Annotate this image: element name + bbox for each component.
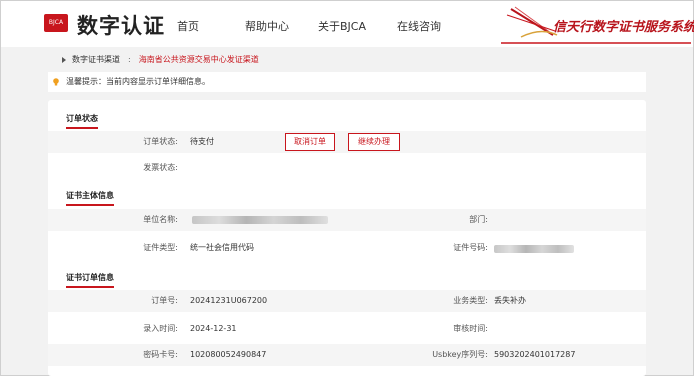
nav-about-bjca[interactable]: 关于BJCA — [318, 18, 366, 34]
row-order-no: 订单号: 20241231U067200 业务类型: 丢失补办 — [48, 290, 646, 312]
nav-online-consult[interactable]: 在线咨询 — [397, 18, 441, 34]
row-unit: 单位名称: 部门: — [48, 209, 646, 231]
order-no-value: 20241231U067200 — [190, 296, 268, 305]
review-time-label: 审核时间: — [453, 324, 488, 333]
nav-help-center[interactable]: 帮助中心 — [245, 18, 289, 34]
row-entry-time: 录入时间: 2024-12-31 审核时间: — [48, 318, 646, 340]
tip-text: 温馨提示：当前内容显示订单详细信息。 — [66, 77, 210, 86]
section-order-status-title: 订单状态 — [66, 113, 98, 129]
tip-bar: 温馨提示：当前内容显示订单详细信息。 — [48, 72, 646, 92]
usbkey-value: 5903202401017287 — [494, 350, 576, 359]
row-order-status: 订单状态: 待支付 取消订单 继续办理 — [48, 131, 646, 153]
usbkey-label: Usbkey序列号: — [432, 350, 488, 359]
id-type-label: 证件类型: — [143, 243, 178, 252]
password-card-label: 密码卡号: — [143, 350, 178, 359]
cancel-order-button[interactable]: 取消订单 — [285, 133, 335, 151]
breadcrumb-separator: : — [128, 55, 131, 64]
triangle-right-icon — [62, 56, 66, 63]
unit-name-label: 单位名称: — [143, 215, 178, 224]
logo-title[interactable]: 数字认证 — [77, 10, 165, 40]
breadcrumb-root[interactable]: 数字证书渠道 — [72, 55, 120, 64]
invoice-status-label: 发票状态: — [143, 163, 178, 172]
section-subject-label: 证书主体信息 — [66, 191, 114, 200]
bulb-icon — [53, 78, 59, 86]
breadcrumb: 数字证书渠道: 海南省公共资源交易中心发证渠道 — [62, 54, 259, 65]
section-subject-title: 证书主体信息 — [66, 190, 114, 206]
order-no-label: 订单号: — [151, 296, 178, 305]
unit-name-redacted — [192, 216, 328, 224]
department-label: 部门: — [469, 215, 488, 224]
section-order-status-label: 订单状态 — [66, 114, 98, 123]
section-cert-order-label: 证书订单信息 — [66, 273, 114, 282]
entry-time-value: 2024-12-31 — [190, 324, 237, 333]
brand-slogan: 信天行数字证书服务系统 — [553, 20, 694, 35]
row-invoice-status: 发票状态: — [48, 157, 646, 179]
entry-time-label: 录入时间: — [143, 324, 178, 333]
row-card: 密码卡号: 102080052490847 Usbkey序列号: 5903202… — [48, 344, 646, 366]
order-status-label: 订单状态: — [143, 137, 178, 146]
section-underline — [66, 204, 114, 206]
section-cert-order-title: 证书订单信息 — [66, 272, 114, 288]
business-type-value: 丢失补办 — [494, 296, 526, 305]
section-underline — [66, 286, 114, 288]
breadcrumb-current[interactable]: 海南省公共资源交易中心发证渠道 — [139, 55, 259, 64]
id-number-redacted — [494, 245, 574, 253]
id-number-label: 证件号码: — [453, 243, 488, 252]
section-underline — [66, 127, 98, 129]
continue-button[interactable]: 继续办理 — [348, 133, 400, 151]
top-header: BJCA 数字认证 首页 帮助中心 关于BJCA 在线咨询 信天行数字证书服务系… — [1, 1, 694, 47]
id-type-value: 统一社会信用代码 — [190, 243, 254, 252]
nav-home[interactable]: 首页 — [177, 18, 199, 34]
bjca-logo-icon: BJCA — [44, 14, 68, 32]
business-type-label: 业务类型: — [453, 296, 488, 305]
row-id: 证件类型: 统一社会信用代码 证件号码: — [48, 237, 646, 259]
password-card-value: 102080052490847 — [190, 350, 267, 359]
order-detail-panel: 订单状态 订单状态: 待支付 取消订单 继续办理 发票状态: 证书主体信息 单位… — [48, 100, 646, 376]
order-status-value: 待支付 — [190, 137, 214, 146]
